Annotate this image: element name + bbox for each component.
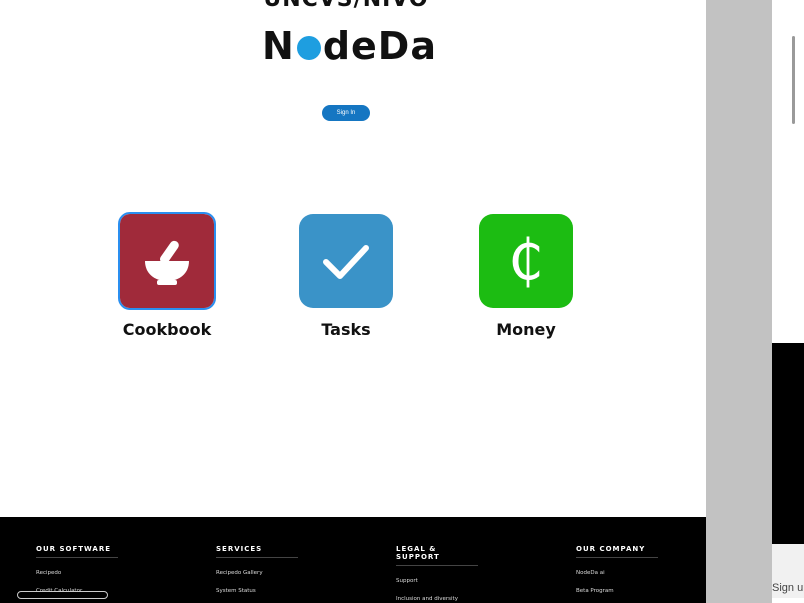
cookbook-tile[interactable] [118,212,216,310]
app-tasks[interactable]: Tasks [298,214,394,339]
footer-col-legal: LEGAL & SUPPORT Support Inclusion and di… [396,545,478,602]
gray-divider-panel [706,0,772,603]
logo-dot [296,36,321,60]
app-money[interactable]: ₵ Money [478,214,574,339]
footer-link[interactable]: Recipedo Gallery [216,570,298,576]
tasks-tile[interactable] [299,214,393,308]
app-label-tasks: Tasks [321,320,371,339]
footer-link[interactable]: NodeDa ai [576,570,658,576]
top-cut-title: UNCVS/NIVO [0,0,692,12]
footer-col-software: OUR SOFTWARE Recipedo Credit Calculator [36,545,118,594]
footer-link[interactable]: System Status [216,588,298,594]
footer-col-services: SERVICES Recipedo Gallery System Status [216,545,298,594]
sign-in-button[interactable]: Sign In [322,105,370,121]
money-tile[interactable]: ₵ [479,214,573,308]
app-label-money: Money [496,320,556,339]
footer-link[interactable]: Recipedo [36,570,118,576]
nodeda-logo[interactable]: N deDa [262,24,437,68]
main-page: UNCVS/NIVO N deDa Sign In Cookbook Tasks… [0,0,706,603]
footer-heading: OUR SOFTWARE [36,545,118,558]
cedi-sign-icon: ₵ [508,228,544,293]
app-cookbook[interactable]: Cookbook [118,212,216,339]
side-panel [772,0,804,342]
checkmark-icon [323,245,369,279]
footer-link[interactable]: Inclusion and diversity [396,596,478,602]
footer-link[interactable]: Support [396,578,478,584]
footer-link[interactable]: Beta Program [576,588,658,594]
bottom-pill-outline [17,591,108,599]
sign-up-link[interactable]: Sign up [772,582,804,594]
footer: OUR SOFTWARE Recipedo Credit Calculator … [0,517,706,603]
footer-heading: OUR COMPANY [576,545,658,558]
logo-text-right: deDa [322,24,437,68]
app-label-cookbook: Cookbook [122,320,212,339]
logo-text-left: N [262,24,295,68]
side-panel-dark-block [772,343,804,544]
footer-heading: SERVICES [216,545,298,558]
mortar-pestle-icon [145,240,189,285]
signup-bar [772,598,804,603]
side-panel-scrollbar[interactable] [792,36,795,124]
footer-heading: LEGAL & SUPPORT [396,545,478,566]
footer-col-company: OUR COMPANY NodeDa ai Beta Program [576,545,658,594]
side-panel-signup-area: Sign up [772,544,804,603]
